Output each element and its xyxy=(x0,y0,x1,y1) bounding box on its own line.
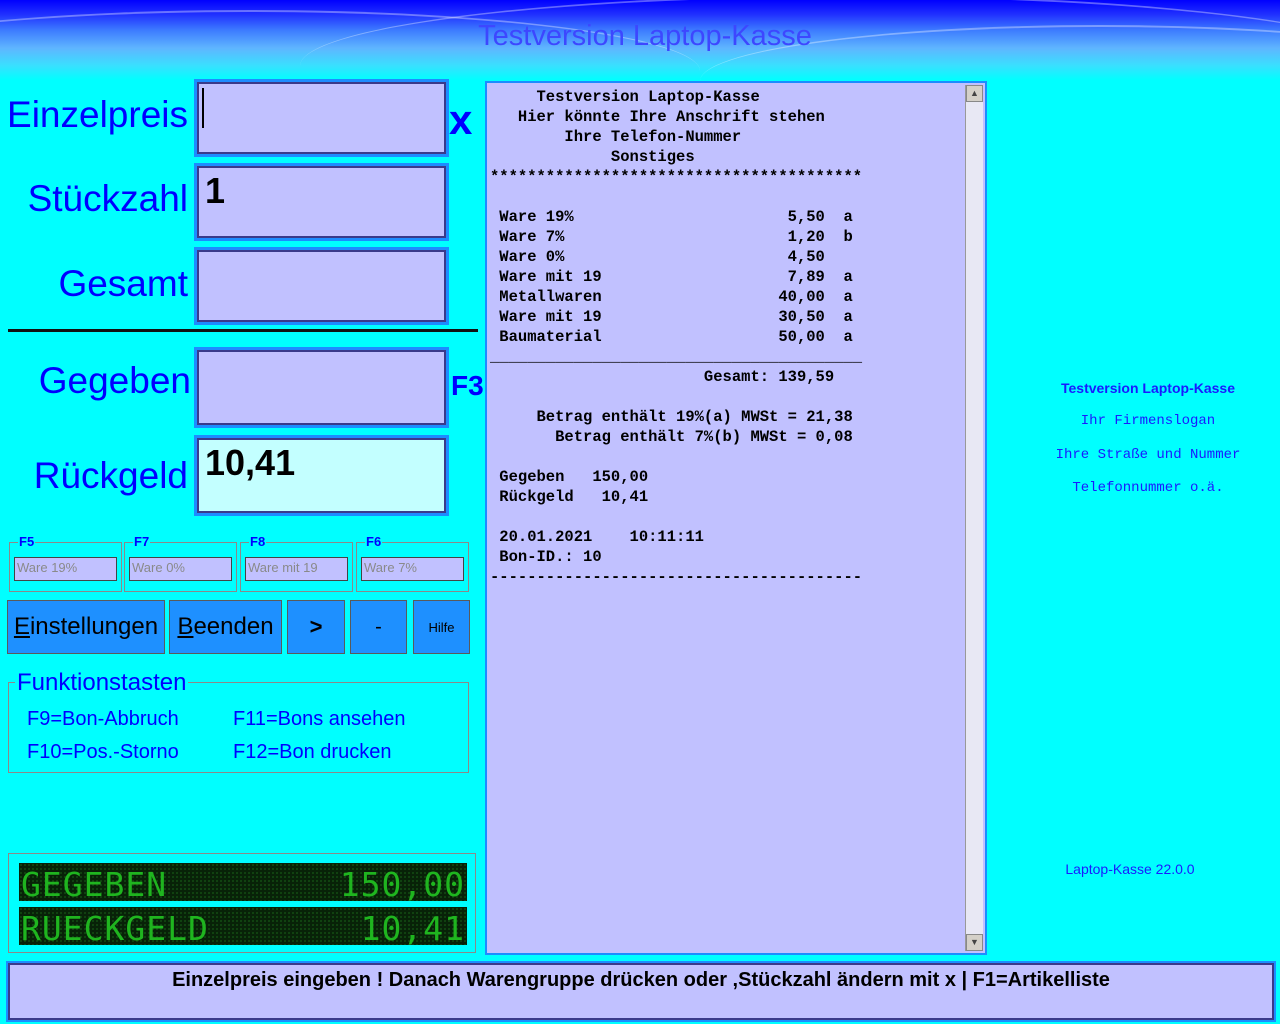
warengruppe-button[interactable]: Ware 19% xyxy=(14,557,117,581)
display-row-rueckgeld: RUECKGELD 10,41 xyxy=(19,907,467,948)
receipt-line: Sonstiges xyxy=(490,148,695,166)
warengruppe-f6: F6 Ware 7% xyxy=(356,534,469,592)
warengruppe-button[interactable]: Ware mit 19 xyxy=(245,557,348,581)
receipt-preview[interactable]: Testversion Laptop-Kasse Hier könnte Ihr… xyxy=(485,81,987,955)
receipt-scrollbar[interactable]: ▲ ▼ xyxy=(965,85,983,951)
stueckzahl-value: 1 xyxy=(205,170,226,211)
minus-button[interactable]: - xyxy=(350,600,407,654)
einzelpreis-label: Einzelpreis xyxy=(7,94,188,135)
company-street: Ihre Straße und Nummer xyxy=(1055,447,1241,463)
receipt-line xyxy=(490,507,968,527)
hotkey-hint: F9=Bon-Abbruch xyxy=(27,708,179,730)
warengruppe-f5: F5 Ware 19% xyxy=(9,534,122,592)
einzelpreis-input[interactable] xyxy=(197,82,446,154)
hilfe-button[interactable]: Hilfe xyxy=(413,600,470,654)
company-phone: Telefonnummer o.ä. xyxy=(1072,480,1224,496)
receipt-line xyxy=(490,447,968,467)
receipt-line: ________________________________________ xyxy=(490,348,863,366)
warengruppe-f7: F7 Ware 0% xyxy=(124,534,237,592)
receipt-line: Ware 19% 5,50 a xyxy=(490,208,853,226)
access-key: B xyxy=(177,613,194,640)
separator-line xyxy=(8,329,478,332)
multiply-indicator: x xyxy=(449,96,473,143)
funktionstasten-group: Funktionstasten F9=Bon-Abbruch F11=Bons … xyxy=(8,669,469,773)
customer-display: GEGEBEN 150,00 RUECKGELD 10,41 xyxy=(8,853,476,953)
button-label: instellungen xyxy=(29,613,159,640)
receipt-line: Ihre Telefon-Nummer xyxy=(490,128,742,146)
receipt-line: **************************************** xyxy=(490,168,863,186)
warengruppe-button[interactable]: Ware 0% xyxy=(129,557,232,581)
display-value: 150,00 xyxy=(339,865,465,904)
receipt-line: Hier könnte Ihre Anschrift stehen xyxy=(490,108,825,126)
receipt-line: Bon-ID.: 10 xyxy=(490,548,602,566)
receipt-line xyxy=(490,187,968,207)
gegeben-label: Gegeben xyxy=(38,360,191,401)
receipt-line: Gesamt: 139,59 xyxy=(490,368,835,386)
gesamt-field xyxy=(197,250,446,322)
company-slogan: Ihr Firmenslogan xyxy=(1080,413,1216,429)
receipt-line: Testversion Laptop-Kasse xyxy=(490,88,760,106)
hotkey-label: F7 xyxy=(133,534,151,549)
receipt-line: 20.01.2021 10:11:11 xyxy=(490,528,704,546)
display-label: GEGEBEN xyxy=(21,865,168,904)
receipt-line: Betrag enthält 19%(a) MWSt = 21,38 xyxy=(490,408,853,426)
receipt-line: Baumaterial 50,00 a xyxy=(490,328,853,346)
receipt-line: Ware 0% 4,50 xyxy=(490,248,825,266)
title-banner: Testversion Laptop-Kasse xyxy=(0,0,1280,80)
hotkey-hint: F11=Bons ansehen xyxy=(233,708,406,730)
next-button[interactable]: > xyxy=(287,600,345,654)
company-title: Testversion Laptop-Kasse xyxy=(1060,380,1235,396)
button-label: eenden xyxy=(193,613,274,640)
receipt-line: Betrag enthält 7%(b) MWSt = 0,08 xyxy=(490,428,853,446)
scroll-up-icon[interactable]: ▲ xyxy=(966,85,983,102)
stueckzahl-label: Stückzahl xyxy=(27,178,188,219)
funktionstasten-legend: Funktionstasten xyxy=(15,669,189,697)
rueckgeld-label: Rückgeld xyxy=(33,455,188,496)
einstellungen-button[interactable]: Einstellungen xyxy=(7,600,165,654)
hotkey-hint: F12=Bon drucken xyxy=(233,741,392,763)
access-key: E xyxy=(13,613,30,640)
receipt-line: Gegeben 150,00 xyxy=(490,468,649,486)
receipt-line: Metallwaren 40,00 a xyxy=(490,288,853,306)
app-title: Testversion Laptop-Kasse xyxy=(478,20,812,52)
warengruppe-f8: F8 Ware mit 19 xyxy=(240,534,353,592)
status-bar: Einzelpreis eingeben ! Danach Warengrupp… xyxy=(8,963,1274,1020)
receipt-line: ---------------------------------------- xyxy=(490,568,863,586)
display-row-gegeben: GEGEBEN 150,00 xyxy=(19,863,467,904)
version-label: Laptop-Kasse 22.0.0 xyxy=(1065,861,1195,877)
rueckgeld-field: 10,41 xyxy=(197,438,446,513)
stueckzahl-input[interactable]: 1 xyxy=(197,166,446,238)
receipt-text: Testversion Laptop-Kasse Hier könnte Ihr… xyxy=(490,87,968,587)
receipt-line: Ware mit 19 7,89 a xyxy=(490,268,853,286)
gegeben-input[interactable] xyxy=(197,350,446,425)
rueckgeld-value: 10,41 xyxy=(205,442,296,483)
hotkey-label: F8 xyxy=(249,534,267,549)
hotkey-label: F5 xyxy=(18,534,36,549)
display-label: RUECKGELD xyxy=(21,909,209,948)
beenden-button[interactable]: Beenden xyxy=(169,600,282,654)
receipt-line: Ware 7% 1,20 b xyxy=(490,228,853,246)
text-cursor xyxy=(202,88,204,128)
receipt-line xyxy=(490,387,968,407)
hotkey-hint: F10=Pos.-Storno xyxy=(27,741,179,763)
warengruppe-button[interactable]: Ware 7% xyxy=(361,557,464,581)
hotkey-label: F6 xyxy=(365,534,383,549)
scroll-down-icon[interactable]: ▼ xyxy=(966,934,983,951)
gesamt-label: Gesamt xyxy=(58,263,188,304)
receipt-line: Rückgeld 10,41 xyxy=(490,488,649,506)
gegeben-hotkey-label: F3 xyxy=(451,370,484,401)
display-value: 10,41 xyxy=(360,909,465,948)
receipt-line: Ware mit 19 30,50 a xyxy=(490,308,853,326)
